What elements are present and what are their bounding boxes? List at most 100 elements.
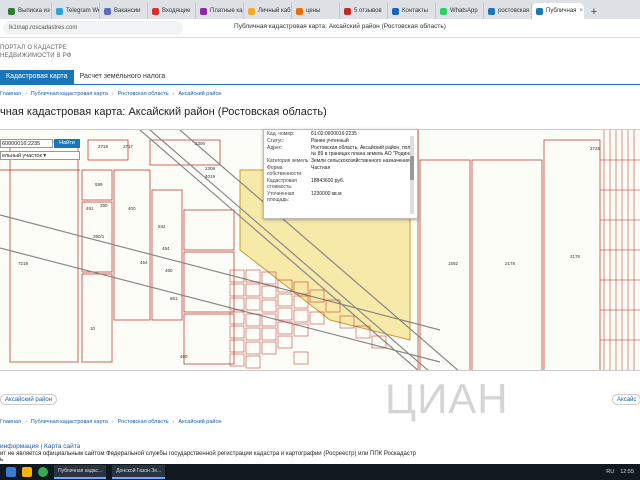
favicon-icon — [56, 7, 63, 15]
parcel-number-label: 1592 — [448, 261, 459, 266]
favicon-icon — [440, 7, 447, 15]
info-value: Частная — [311, 165, 331, 171]
info-value: Ранее учтенный — [311, 138, 349, 144]
favicon-icon — [8, 7, 15, 15]
object-type-select[interactable]: ельный участок ▾ — [0, 151, 80, 160]
popup-scrollbar[interactable] — [410, 136, 414, 214]
browser-tab[interactable]: Публичная × — [532, 3, 584, 19]
breadcrumb-separator: › — [111, 91, 114, 97]
browser-tab[interactable]: Выписка из Е — [4, 3, 52, 19]
breadcrumb-link[interactable]: Главная — [0, 419, 21, 425]
favicon-icon — [536, 7, 543, 15]
tab-label: Платные карт — [210, 8, 243, 14]
parcel-number-label: 599 — [95, 182, 103, 187]
favicon-icon — [152, 7, 159, 15]
new-tab-button[interactable]: + — [587, 5, 601, 19]
breadcrumb-separator: › — [24, 419, 27, 425]
parcel-number-label: 2717 — [123, 144, 134, 149]
breadcrumb-link[interactable]: Ростовская область — [118, 419, 169, 425]
parcel-number-label: 2176 — [570, 254, 581, 259]
favicon-icon — [344, 7, 351, 15]
clock[interactable]: 12:55 — [620, 469, 634, 475]
browser-tab[interactable]: Входящие — [148, 3, 196, 19]
portal-line-1: ПОРТАЛ О КАДАСТРЕ — [0, 45, 68, 51]
browser-tab[interactable]: Контакты — [388, 3, 436, 19]
parcel-number-label: 861 — [170, 296, 178, 301]
system-tray: RU 12:55 — [606, 469, 640, 475]
browser-tab[interactable]: цены — [292, 3, 340, 19]
chrome-icon[interactable] — [38, 467, 48, 477]
language-indicator[interactable]: RU — [606, 469, 614, 475]
breadcrumb-link[interactable]: Публичная кадастровая карта — [31, 91, 108, 97]
taskbar-app-label: Донской Газон Зе... — [116, 468, 162, 474]
nav-tab-cadastral-map[interactable]: Кадастровая карта — [0, 70, 74, 84]
footer-links[interactable]: информация | Карта сайта — [0, 443, 80, 450]
favicon-icon — [392, 7, 399, 15]
info-value: Ростовская область, Аксайский район, пол… — [311, 145, 414, 157]
portal-line-2: НЕДВИЖИМОСТИ В РФ — [0, 53, 72, 59]
tab-label: 5 отзывов — [354, 8, 382, 14]
tab-label: Выписка из Е — [18, 8, 52, 14]
browser-tab[interactable]: Личный каби — [244, 3, 292, 19]
window-title: Публичная кадастровая карта: Аксайский р… — [234, 23, 446, 30]
tab-label: Публичная — [546, 8, 577, 14]
parcel-number-label: 2725 — [590, 146, 601, 151]
parcel-number-label: 2718 — [98, 144, 109, 149]
info-row: Кад. номер: 61:02:0600016:2235 — [267, 131, 414, 137]
find-button[interactable]: Найти — [54, 139, 80, 148]
breadcrumb-bottom: Главная › Публичная кадастровая карта › Рост… — [0, 419, 222, 425]
tab-label: цены — [306, 8, 321, 14]
breadcrumb-separator: › — [172, 91, 175, 97]
nav-tab-land-tax[interactable]: Расчет земельного налога — [74, 70, 172, 84]
parcel-number-label: 4019 — [205, 174, 216, 179]
browser-tab[interactable]: 5 отзывов — [340, 3, 388, 19]
parcel-number-label: 491 — [86, 206, 94, 211]
os-taskbar: Публичная кадас... Донской Газон Зе... R… — [0, 464, 640, 480]
taskbar-app-map[interactable]: Публичная кадас... — [54, 465, 107, 479]
scrollbar-thumb[interactable] — [410, 156, 414, 180]
folder-icon[interactable] — [22, 467, 32, 477]
info-row: Кадастровая стоимость: 18843600 руб. — [267, 178, 414, 190]
breadcrumb-link[interactable]: Ростовская область — [118, 91, 169, 97]
map-search: 60000016:2235 Найти ельный участок ▾ — [0, 139, 80, 165]
info-row: Адрес: Ростовская область, Аксайский райо… — [267, 145, 414, 157]
portal-logo-text[interactable]: ПОРТАЛ О КАДАСТРЕ НЕДВИЖИМОСТИ В РФ — [0, 44, 200, 60]
address-bar[interactable]: lk1map.roscadastres.com — [3, 21, 183, 35]
breadcrumb-separator: › — [24, 91, 27, 97]
close-tab-icon[interactable]: × — [579, 8, 583, 14]
browser-tab[interactable]: Вакансии — [100, 3, 148, 19]
parcel-info-list: Кад. номер: 61:02:0600016:2235 Статус: Ране… — [267, 131, 414, 203]
browser-tab[interactable]: Платные карт — [196, 3, 244, 19]
breadcrumb-link[interactable]: Публичная кадастровая карта — [31, 419, 108, 425]
tab-label: WhatsApp — [450, 8, 478, 14]
parcel-number-label: 2178 — [505, 261, 516, 266]
parcel-number-label: 842 — [158, 224, 166, 229]
district-pill-left[interactable]: Аксайский район — [0, 394, 58, 405]
parcel-info-popup: Кад. номер: 61:02:0600016:2235 Статус: Ране… — [263, 129, 418, 219]
breadcrumb-link[interactable]: Аксайский район — [178, 91, 221, 97]
parcel-number-label: 10 — [90, 326, 96, 331]
parcel-number-label: 400 — [128, 206, 136, 211]
taskbar-app-label: Публичная кадас... — [58, 468, 103, 474]
parcel-number-label: 490 — [180, 354, 188, 359]
browser-tab[interactable]: ростовская — [484, 3, 532, 19]
info-row: Уточненная площадь: 1230000 кв.м — [267, 191, 414, 203]
parcel-number-label: 390 — [100, 203, 108, 208]
breadcrumb-link[interactable]: Аксайский район — [178, 419, 221, 425]
info-value: 18843600 руб. — [311, 178, 345, 184]
browser-tab-bar: Выписка из Е Telegram Web Вакансии Входящие… — [0, 0, 640, 19]
cian-watermark: ЦИАН — [385, 375, 509, 422]
object-type-value: ельный участок — [2, 153, 42, 159]
cadastral-number-input[interactable]: 60000016:2235 — [0, 139, 53, 148]
tab-label: Входящие — [162, 8, 191, 14]
windows-start-icon[interactable] — [6, 467, 16, 477]
tab-label: ростовская — [498, 8, 530, 14]
browser-tab[interactable]: Telegram Web — [52, 3, 100, 19]
taskbar-app-gazon[interactable]: Донской Газон Зе... — [112, 465, 166, 479]
parcel-number-label: 2308 — [205, 166, 216, 171]
district-pill-right[interactable]: Аксайс — [612, 394, 640, 405]
breadcrumb-link[interactable]: Главная — [0, 91, 21, 97]
browser-tab[interactable]: WhatsApp — [436, 3, 484, 19]
info-value: 1230000 кв.м — [311, 191, 342, 197]
favicon-icon — [488, 7, 495, 15]
